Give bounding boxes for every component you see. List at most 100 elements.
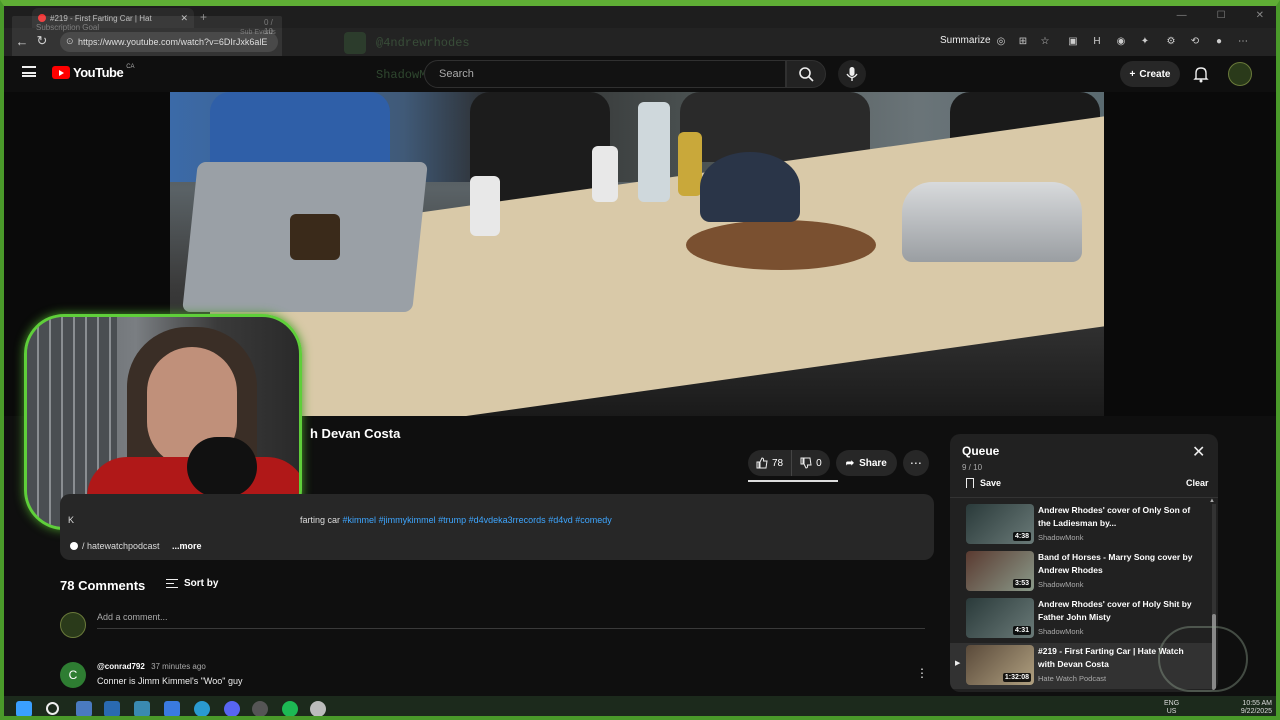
video-player[interactable] xyxy=(170,92,1104,416)
queue-thumbnail: 1:32:08 xyxy=(966,645,1034,685)
queue-thumbnail: 4:38 xyxy=(966,504,1034,544)
description-prefix: K xyxy=(68,515,75,525)
channel-link[interactable]: / hatewatchpodcast xyxy=(70,541,160,551)
create-button[interactable]: + Create xyxy=(1120,61,1180,87)
comment-avatar[interactable]: C xyxy=(60,662,86,688)
like-ratio-fill xyxy=(748,480,838,482)
history-icon[interactable]: ⟲ xyxy=(1188,35,1202,49)
video-actions: 78 0 ➦ Share ⋯ xyxy=(748,450,929,476)
queue-item[interactable]: 3:53 Band of Horses - Marry Song cover b… xyxy=(950,549,1212,595)
dislike-count: 0 xyxy=(816,457,822,469)
video-water-bottle xyxy=(638,102,670,202)
like-button[interactable]: 78 xyxy=(748,450,791,476)
notifications-bell-icon[interactable] xyxy=(1192,65,1210,83)
webcam-microphone xyxy=(187,437,257,497)
queue-item-channel: ShadowMonk xyxy=(1038,580,1084,589)
language-indicator[interactable]: ENG US xyxy=(1164,700,1179,716)
video-bowl xyxy=(686,220,876,270)
search-icon xyxy=(799,67,814,82)
edge-icon[interactable] xyxy=(194,701,210,716)
ghost-username-2: ShadowM xyxy=(376,68,427,82)
close-queue-icon[interactable]: ✕ xyxy=(1192,445,1205,461)
queue-count: 9 / 10 xyxy=(962,463,983,472)
channel-link-text: / hatewatchpodcast xyxy=(82,541,160,551)
clear-queue-button[interactable]: Clear xyxy=(1186,478,1209,488)
window-controls: — ☐ ✕ xyxy=(1177,10,1264,21)
video-cap xyxy=(700,152,800,222)
extensions-puzzle-icon[interactable]: ⚙ xyxy=(1164,35,1178,49)
puzzle-icon[interactable]: ✦ xyxy=(1138,35,1152,49)
search-input[interactable]: Search xyxy=(424,60,786,88)
show-more-button[interactable]: ...more xyxy=(172,541,202,551)
spotify-icon[interactable] xyxy=(282,701,298,716)
summarize-button[interactable]: Summarize xyxy=(940,35,991,46)
save-queue-button[interactable]: Save xyxy=(966,478,1001,488)
youtube-play-icon xyxy=(52,66,70,79)
hashtag-link[interactable]: #d4vd xyxy=(548,515,573,525)
sort-by-button[interactable]: Sort by xyxy=(166,578,218,589)
microphone-icon xyxy=(846,67,858,81)
maximize-icon[interactable]: ☐ xyxy=(1217,10,1226,21)
queue-item[interactable]: 4:38 Andrew Rhodes' cover of Only Son of… xyxy=(950,502,1212,548)
queue-item-title: Andrew Rhodes' cover of Holy Shit by Fat… xyxy=(1038,599,1192,622)
hashtag-link[interactable]: #comedy xyxy=(575,515,612,525)
refresh-app-icon[interactable] xyxy=(164,701,180,716)
zoom-icon[interactable] xyxy=(104,701,120,716)
search-taskbar-icon[interactable] xyxy=(46,702,59,715)
discord-icon[interactable] xyxy=(224,701,240,716)
share-arrow-icon: ➦ xyxy=(845,457,855,469)
account-avatar[interactable] xyxy=(1228,62,1252,86)
system-clock[interactable]: 10:55 AM 9/22/2025 xyxy=(1230,700,1272,716)
comment-username[interactable]: @conrad792 xyxy=(97,662,145,671)
apps-icon[interactable]: ⊞ xyxy=(1016,35,1030,49)
plus-icon: + xyxy=(1129,68,1136,80)
mouse-app-icon[interactable] xyxy=(310,701,326,716)
video-can-1 xyxy=(470,176,500,236)
queue-duration: 1:32:08 xyxy=(1002,673,1031,682)
add-comment-input[interactable]: Add a comment... xyxy=(97,612,168,622)
queue-item-channel: ShadowMonk xyxy=(1038,533,1084,542)
obs-icon[interactable] xyxy=(252,701,268,716)
extension-h-icon[interactable]: H xyxy=(1090,35,1104,49)
stream-logo-watermark xyxy=(1158,626,1248,692)
app-icon[interactable] xyxy=(134,701,150,716)
youtube-logo[interactable]: YouTube CA xyxy=(52,63,135,80)
hashtag-link[interactable]: #trump xyxy=(438,515,466,525)
split-screen-icon[interactable]: ▣ xyxy=(1066,35,1080,49)
windows-taskbar: ENG US 10:55 AM 9/22/2025 xyxy=(4,696,1276,716)
ghost-username-1: @4ndrewrhodes xyxy=(376,36,470,50)
menu-icon[interactable] xyxy=(22,66,36,77)
thumbs-up-icon xyxy=(756,457,768,469)
hashtag-link[interactable]: #d4vdeka3rrecords xyxy=(469,515,546,525)
menu-dots-icon[interactable]: ⋯ xyxy=(1236,35,1250,49)
profile-icon[interactable]: ● xyxy=(1212,35,1226,49)
windows-start-icon[interactable] xyxy=(16,701,32,716)
queue-divider xyxy=(950,497,1218,498)
queue-duration: 4:38 xyxy=(1012,532,1031,541)
description-box[interactable]: K farting car #kimmel #jimmykimmel #trum… xyxy=(60,494,934,560)
more-actions-button[interactable]: ⋯ xyxy=(902,450,929,476)
copilot-icon[interactable]: ◉ xyxy=(1114,35,1128,49)
language-code: ENG xyxy=(1164,700,1180,707)
share-button[interactable]: ➦ Share xyxy=(835,450,897,476)
hashtag-link[interactable]: #jimmykimmel xyxy=(379,515,436,525)
dislike-button[interactable]: 0 xyxy=(791,450,830,476)
video-margin-right xyxy=(1104,92,1276,416)
minimize-icon[interactable]: — xyxy=(1177,10,1187,21)
close-window-icon[interactable]: ✕ xyxy=(1256,10,1264,21)
search-button[interactable] xyxy=(786,60,826,88)
gallery-icon[interactable] xyxy=(76,701,92,716)
queue-item-title: Andrew Rhodes' cover of Only Son of the … xyxy=(1038,505,1191,528)
favorite-star-icon[interactable]: ☆ xyxy=(1038,35,1052,49)
comment-more-icon[interactable]: ⋮ xyxy=(916,666,928,680)
hashtag-link[interactable]: #kimmel xyxy=(343,515,377,525)
region-code: CA xyxy=(126,63,135,70)
comment-time[interactable]: 37 minutes ago xyxy=(151,662,206,671)
video-can-2 xyxy=(592,146,618,202)
clock-date: 9/22/2025 xyxy=(1240,708,1272,715)
queue-thumbnail: 3:53 xyxy=(966,551,1034,591)
queue-thumbnail: 4:31 xyxy=(966,598,1034,638)
share-label: Share xyxy=(859,457,887,469)
voice-search-button[interactable] xyxy=(838,60,866,88)
extension-icon[interactable]: ◎ xyxy=(994,35,1008,49)
